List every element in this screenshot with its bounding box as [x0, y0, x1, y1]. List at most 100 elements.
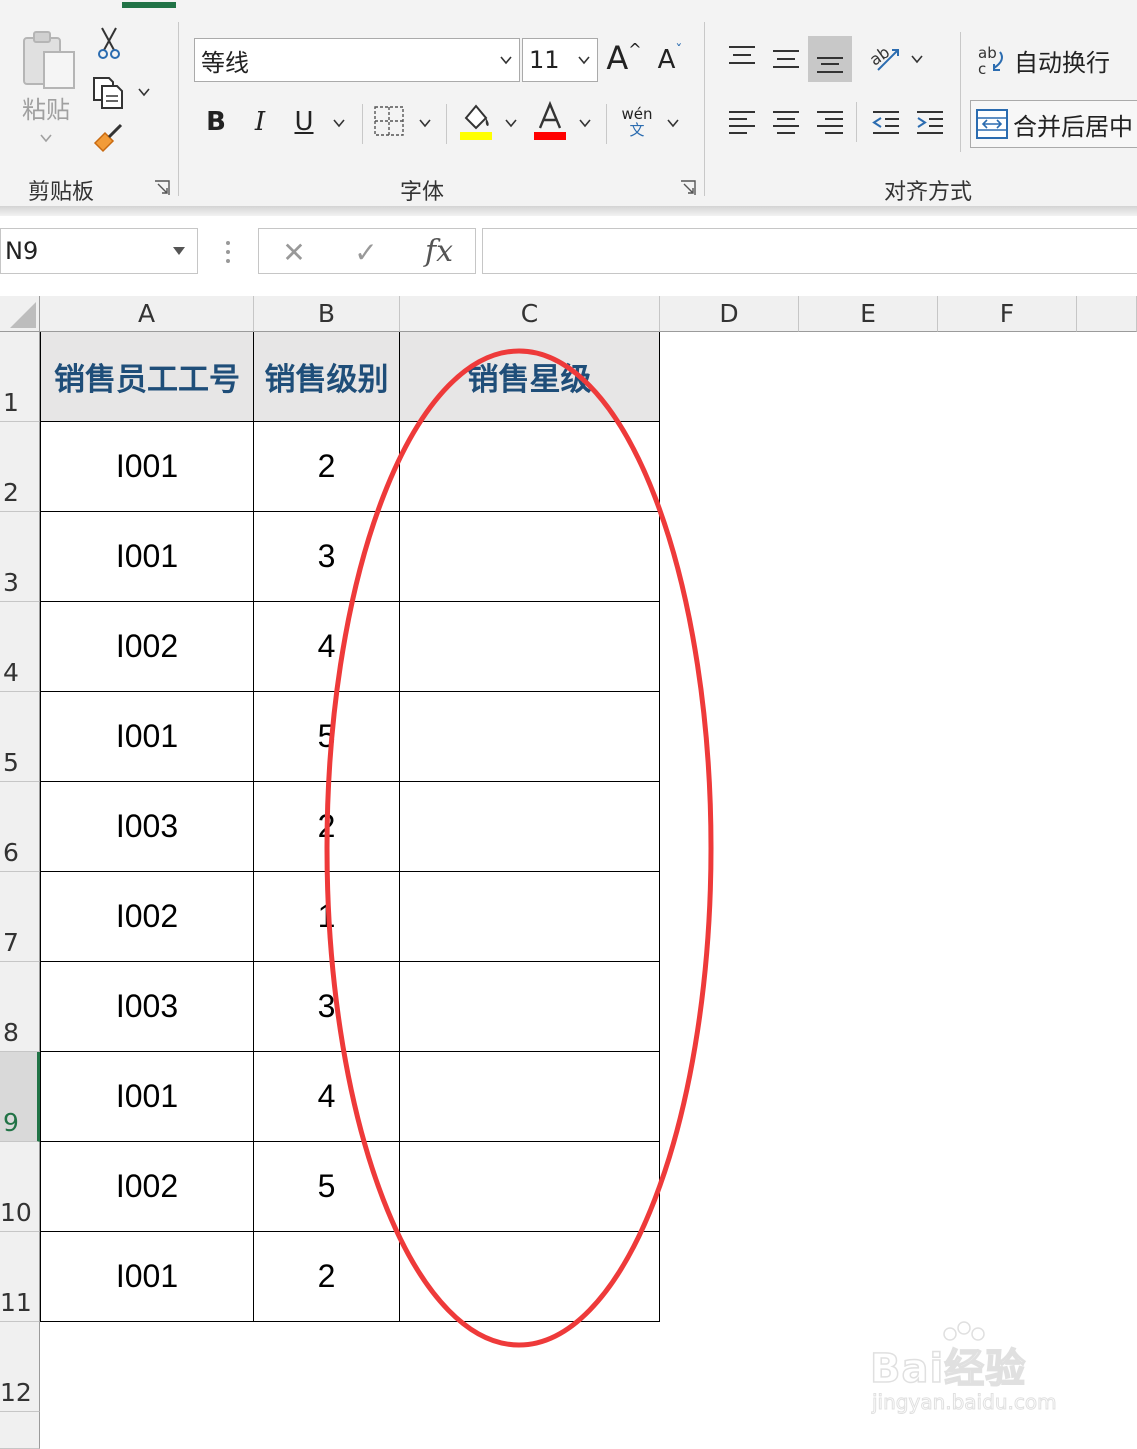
increase-font-button[interactable]: A ^: [604, 38, 644, 78]
copy-dropdown-icon[interactable]: [136, 84, 152, 100]
paste-icon[interactable]: [18, 28, 78, 92]
table-cell[interactable]: [400, 512, 660, 602]
italic-button[interactable]: I: [244, 104, 276, 140]
borders-icon[interactable]: [372, 104, 406, 138]
table-cell[interactable]: I002: [40, 872, 254, 962]
table-cell[interactable]: 5: [254, 692, 400, 782]
align-left-icon[interactable]: [722, 102, 762, 142]
fill-color-dropdown-icon[interactable]: [502, 114, 520, 132]
table-cell[interactable]: [400, 782, 660, 872]
table-cell[interactable]: I003: [40, 782, 254, 872]
row-header-6[interactable]: 6: [0, 782, 40, 872]
table-cell[interactable]: [400, 692, 660, 782]
font-color-dropdown-icon[interactable]: [576, 114, 594, 132]
column-header-c[interactable]: C: [400, 296, 660, 332]
table-cell[interactable]: [400, 872, 660, 962]
name-box-dropdown-icon[interactable]: [171, 245, 187, 257]
table-cell[interactable]: 3: [254, 962, 400, 1052]
table-cell[interactable]: 2: [254, 782, 400, 872]
font-size-combo[interactable]: 11: [522, 38, 598, 82]
increase-indent-icon[interactable]: [910, 102, 950, 142]
decrease-indent-icon[interactable]: [866, 102, 906, 142]
table-cell[interactable]: I001: [40, 422, 254, 512]
row-header-10[interactable]: 10: [0, 1142, 40, 1232]
table-cell[interactable]: 2: [254, 422, 400, 512]
phonetic-guide-icon[interactable]: wén 文: [616, 102, 658, 142]
font-name-combo[interactable]: 等线: [194, 38, 520, 82]
enter-icon[interactable]: ✓: [349, 235, 383, 269]
table-cell[interactable]: [400, 1052, 660, 1142]
formula-bar-grip-icon[interactable]: [222, 238, 234, 266]
table-cell[interactable]: I001: [40, 1052, 254, 1142]
table-cell[interactable]: 1: [254, 872, 400, 962]
table-cell[interactable]: 2: [254, 1232, 400, 1322]
row-header-9[interactable]: 9: [0, 1052, 40, 1142]
underline-button[interactable]: U: [288, 104, 320, 140]
column-header-d[interactable]: D: [660, 296, 799, 332]
column-header-f[interactable]: F: [938, 296, 1077, 332]
table-cell[interactable]: [400, 962, 660, 1052]
copy-icon[interactable]: [90, 74, 126, 110]
orientation-icon[interactable]: ab: [866, 38, 906, 78]
row-header-4[interactable]: 4: [0, 602, 40, 692]
clipboard-launcher-icon[interactable]: [154, 180, 170, 196]
top-align-icon[interactable]: [722, 38, 762, 78]
table-header-cell[interactable]: 销售级别: [254, 332, 400, 422]
column-header-b[interactable]: B: [254, 296, 400, 332]
fill-color-icon[interactable]: [458, 100, 494, 142]
table-cell[interactable]: 4: [254, 1052, 400, 1142]
row-header-3[interactable]: 3: [0, 512, 40, 602]
formula-input[interactable]: [482, 228, 1137, 274]
align-center-icon[interactable]: [766, 102, 806, 142]
align-right-icon[interactable]: [810, 102, 850, 142]
table-cell[interactable]: [400, 422, 660, 512]
decrease-font-button[interactable]: Aˇ: [650, 40, 690, 80]
underline-dropdown-icon[interactable]: [330, 114, 348, 132]
font-launcher-icon[interactable]: [680, 180, 696, 196]
table-cell[interactable]: 4: [254, 602, 400, 692]
column-header-e[interactable]: E: [799, 296, 938, 332]
merge-center-button[interactable]: 合并后居中: [970, 100, 1137, 148]
paste-dropdown-icon[interactable]: [36, 128, 56, 148]
wrap-text-icon: abc: [978, 44, 1003, 78]
cancel-icon[interactable]: ✕: [277, 235, 311, 269]
table-cell[interactable]: 3: [254, 512, 400, 602]
font-color-icon[interactable]: [532, 100, 568, 142]
orientation-dropdown-icon[interactable]: [908, 50, 926, 68]
table-header-cell[interactable]: 销售员工工号: [40, 332, 254, 422]
table-cell[interactable]: I001: [40, 692, 254, 782]
table-cell[interactable]: I002: [40, 1142, 254, 1232]
select-all-button[interactable]: [0, 296, 40, 332]
format-painter-icon[interactable]: [90, 120, 126, 156]
middle-align-icon[interactable]: [766, 38, 806, 78]
cut-icon[interactable]: [92, 26, 126, 60]
row-header-1[interactable]: 1: [0, 332, 40, 422]
font-size-dropdown-icon[interactable]: [577, 53, 591, 67]
table-cell[interactable]: I002: [40, 602, 254, 692]
table-cell[interactable]: I003: [40, 962, 254, 1052]
row-header-5[interactable]: 5: [0, 692, 40, 782]
table-cell[interactable]: [400, 602, 660, 692]
row-header-7[interactable]: 7: [0, 872, 40, 962]
font-name-dropdown-icon[interactable]: [499, 53, 513, 67]
table-cell[interactable]: [400, 1232, 660, 1322]
insert-function-icon[interactable]: fx: [419, 233, 459, 269]
table-cell[interactable]: [400, 1142, 660, 1232]
row-header-2[interactable]: 2: [0, 422, 40, 512]
table-cell[interactable]: 5: [254, 1142, 400, 1232]
paste-button-label[interactable]: 粘贴: [14, 92, 78, 124]
column-header-a[interactable]: A: [40, 296, 254, 332]
bold-button[interactable]: B: [200, 104, 232, 140]
borders-dropdown-icon[interactable]: [416, 114, 434, 132]
svg-text:ab: ab: [868, 42, 893, 69]
phonetic-dropdown-icon[interactable]: [664, 114, 682, 132]
table-cell[interactable]: I001: [40, 512, 254, 602]
row-header-8[interactable]: 8: [0, 962, 40, 1052]
bottom-align-icon[interactable]: [808, 36, 852, 82]
table-cell[interactable]: I001: [40, 1232, 254, 1322]
row-header-11[interactable]: 11: [0, 1232, 40, 1322]
wrap-text-button[interactable]: ab c 自动换行: [974, 38, 1134, 82]
name-box[interactable]: N9: [0, 228, 198, 274]
table-header-cell[interactable]: 销售星级: [400, 332, 660, 422]
row-header-12[interactable]: 12: [0, 1322, 40, 1412]
